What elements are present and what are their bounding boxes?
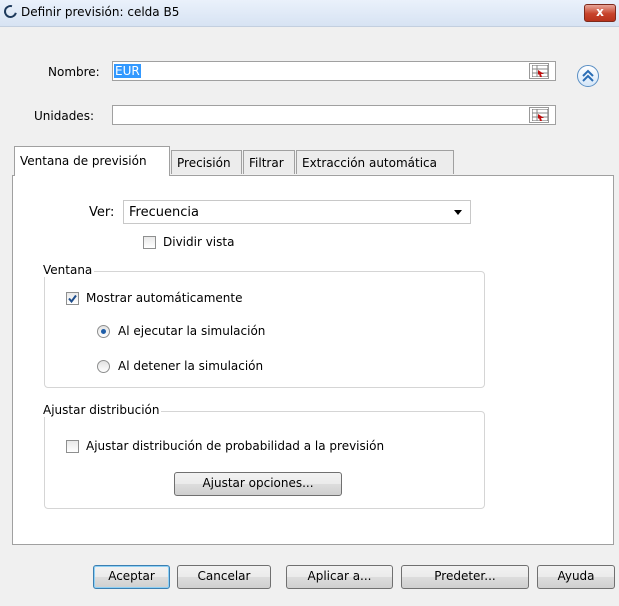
aceptar-button[interactable]: Aceptar (93, 565, 170, 589)
ver-label: Ver: (89, 205, 115, 220)
tab-precision[interactable]: Precisión (171, 150, 242, 174)
dropdown-arrow-icon (454, 210, 462, 215)
ajustar-distribucion-legend: Ajustar distribución (41, 403, 162, 417)
nombre-label: Nombre: (48, 65, 100, 79)
cancelar-button[interactable]: Cancelar (177, 565, 271, 589)
ver-selected-value: Frecuencia (129, 205, 199, 220)
tab-extraccion-automatica[interactable]: Extracción automática (296, 150, 454, 174)
cell-reference-icon (532, 65, 548, 77)
aplicar-a-button[interactable]: Aplicar a... (286, 565, 393, 589)
double-chevron-up-icon (582, 69, 594, 82)
ajustar-distribucion-label: Ajustar distribución de probabilidad a l… (86, 439, 385, 453)
radio-al-ejecutar-label: Al ejecutar la simulación (118, 324, 266, 338)
predeterminar-button[interactable]: Predeter... (401, 565, 529, 589)
radio-selected-dot (101, 329, 106, 334)
title-bar: Definir previsión: celda B5 x (0, 0, 619, 27)
mostrar-automaticamente-label: Mostrar automáticamente (86, 291, 243, 305)
unidades-label: Unidades: (34, 109, 94, 123)
ayuda-button[interactable]: Ayuda (537, 565, 615, 589)
close-button[interactable]: x (584, 4, 616, 22)
unidades-field[interactable] (112, 105, 556, 125)
cell-reference-icon (532, 109, 548, 121)
nombre-cell-ref-button[interactable] (529, 63, 549, 79)
tab-ventana-prevision[interactable]: Ventana de previsión (14, 146, 170, 176)
mostrar-automaticamente-checkbox[interactable] (66, 292, 79, 305)
dividir-vista-checkbox[interactable] (143, 236, 156, 249)
radio-al-detener-label: Al detener la simulación (118, 359, 264, 373)
dividir-vista-label: Dividir vista (163, 235, 235, 249)
nombre-field[interactable]: EUR (112, 61, 556, 81)
ajustar-distribucion-checkbox[interactable] (66, 440, 79, 453)
ajustar-opciones-button[interactable]: Ajustar opciones... (174, 472, 342, 496)
tab-filtrar[interactable]: Filtrar (243, 150, 295, 174)
unidades-cell-ref-button[interactable] (529, 107, 549, 123)
window-title: Definir previsión: celda B5 (21, 5, 180, 19)
radio-al-ejecutar[interactable] (97, 325, 110, 338)
collapse-expand-button[interactable] (577, 65, 599, 87)
ver-select[interactable]: Frecuencia (123, 200, 471, 224)
ventana-group-legend: Ventana (41, 263, 95, 277)
radio-al-detener[interactable] (97, 360, 110, 373)
checkmark-icon (68, 294, 77, 304)
app-icon (1, 2, 20, 21)
nombre-value: EUR (114, 64, 141, 78)
